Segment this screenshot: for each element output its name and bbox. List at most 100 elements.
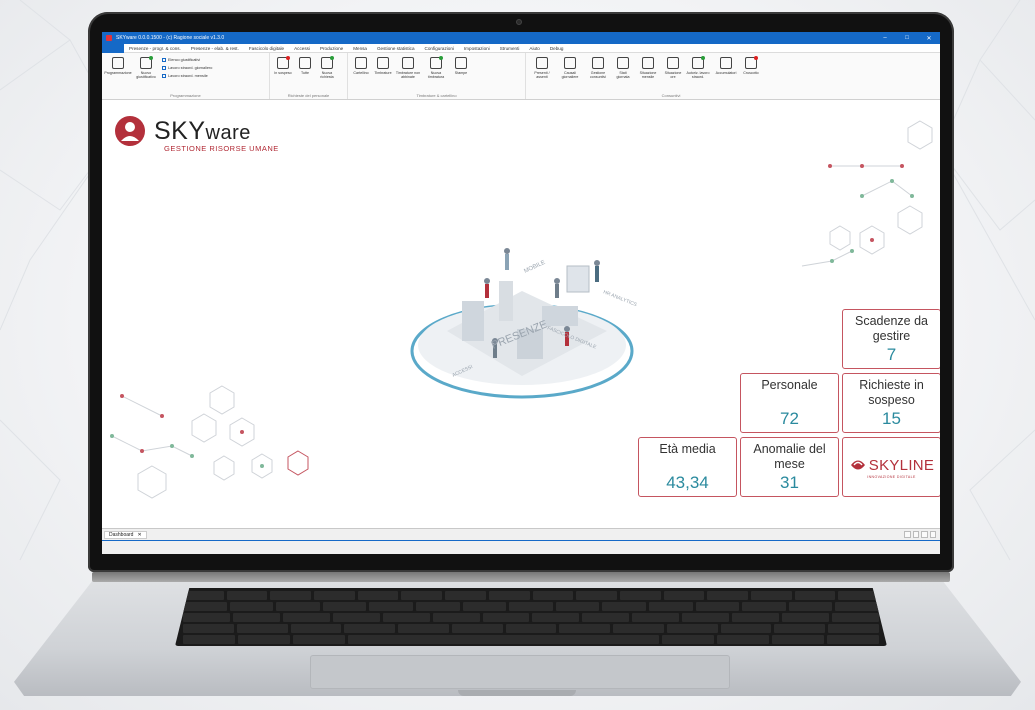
illustration-label-hr-analytics: HR ANALYTICS: [602, 289, 637, 308]
menu-configurazioni[interactable]: Configurazioni: [420, 46, 459, 51]
table-icon: [642, 57, 654, 69]
ribbon-group-timbrature: Cartellino Timbrature Timbrature non abb…: [348, 53, 526, 99]
tile-eta-media[interactable]: Età media 43,34: [638, 437, 737, 497]
presenze-illustration: PRESENZE MOBILE FASCICOLO DIGITALE HR AN…: [410, 248, 637, 399]
tile-value: 31: [780, 473, 799, 492]
tile-skyline-brand[interactable]: SKYLINE INNOVAZIONE DIGITALE: [842, 437, 940, 497]
in-sospeso-button[interactable]: In sospeso: [273, 55, 293, 75]
envelopes-icon: [299, 57, 311, 69]
skyline-tagline: INNOVAZIONE DIGITALE: [867, 475, 916, 479]
gear-icon: [592, 57, 604, 69]
ribbon-group-richieste: In sospeso Tutte Nuova richiesta Richies…: [270, 53, 348, 99]
timbrature-non-abbinate-button[interactable]: Timbrature non abbinate: [395, 55, 421, 79]
autoriz-lavoro-straord-button[interactable]: Autoriz. lavoro straord.: [685, 55, 711, 79]
menu-produzione[interactable]: Produzione: [315, 46, 348, 51]
day-list-icon: [564, 57, 576, 69]
menu-gestione-statistica[interactable]: Gestione statistica: [372, 46, 420, 51]
sigma-icon: [720, 57, 732, 69]
app-icon: [106, 35, 112, 41]
logo-subtitle: GESTIONE RISORSE UMANE: [164, 144, 279, 153]
group-label: Consuntivi: [661, 93, 681, 98]
laptop-keyboard: [175, 588, 887, 646]
cruscotto-button[interactable]: Cruscotto: [741, 55, 761, 75]
tab-divider: [102, 540, 940, 541]
nuova-timbratura-button[interactable]: Nuova timbratura: [423, 55, 449, 79]
stampe-button[interactable]: Stampe: [451, 55, 471, 75]
badge-add-icon: [430, 56, 443, 69]
menu-debug[interactable]: Debug: [545, 46, 569, 51]
menu-fascicolo[interactable]: Fascicolo digitale: [244, 46, 289, 51]
close-window-button[interactable]: ✕: [918, 35, 940, 42]
menu-mensa[interactable]: Mensa: [348, 46, 372, 51]
gestione-consuntivi-button[interactable]: Gestione consuntivi: [585, 55, 611, 79]
menu-impostazioni[interactable]: Impostazioni: [459, 46, 495, 51]
menu-accessi[interactable]: Accessi: [289, 46, 315, 51]
nuovo-giustificativo-button[interactable]: Nuovo giustificativo: [133, 55, 159, 79]
list-icon: [162, 66, 166, 70]
programmazione-button[interactable]: Programmazione: [104, 55, 132, 75]
tile-label: Età media: [659, 442, 716, 456]
tile-anomalie[interactable]: Anomalie del mese 31: [740, 437, 839, 497]
list-icon: [162, 58, 166, 62]
timbrature-button[interactable]: Timbrature: [373, 55, 393, 75]
tile-value: 43,34: [666, 473, 709, 492]
menu-presenze-progr[interactable]: Presenze - progr. & cons.: [124, 46, 186, 51]
ribbon: Programmazione Nuovo giustificativo Elen…: [102, 53, 940, 100]
menu-presenze-elab[interactable]: Presenze - elab. & rest.: [186, 46, 244, 51]
photo-stage: SKYware 0.0.0.1500 - (c) Ragione sociale…: [0, 0, 1035, 710]
tile-label: Anomalie del mese: [753, 442, 826, 471]
cartellino-button[interactable]: Cartellino: [351, 55, 371, 75]
presenti-assenti-button[interactable]: Presenti / assenti: [529, 55, 555, 79]
window-title: SKYware 0.0.0.1500 - (c) Ragione sociale…: [116, 35, 225, 41]
menu-bar: Presenze - progr. & cons. Presenze - ela…: [102, 43, 940, 53]
tile-personale[interactable]: Personale 72: [740, 373, 839, 433]
nuova-richiesta-button[interactable]: Nuova richiesta: [317, 55, 337, 79]
maximize-button[interactable]: □: [896, 35, 918, 41]
laptop-front-notch: [458, 690, 576, 696]
badge-icon: [377, 57, 389, 69]
tutte-button[interactable]: Tutte: [295, 55, 315, 75]
elenco-giustificativi-link[interactable]: Elenco giustificativi: [162, 56, 212, 64]
programmazione-small-list: Elenco giustificativi Lavoro straord. gi…: [162, 56, 212, 80]
people-icon: [536, 57, 548, 69]
clock-check-icon: [692, 56, 705, 69]
group-label: Timbrature & cartellino: [416, 93, 457, 98]
menu-aiuto[interactable]: Aiuto: [524, 46, 544, 51]
stati-giornata-button[interactable]: Stati giornata: [613, 55, 633, 79]
tile-label: Personale: [761, 378, 818, 392]
minimize-button[interactable]: –: [874, 35, 896, 41]
group-label: Richieste del personale: [287, 93, 330, 98]
badge-unlinked-icon: [402, 57, 414, 69]
envelope-add-icon: [321, 56, 334, 69]
tile-label: Richieste in sospeso: [859, 378, 924, 407]
group-label: Programmazione: [170, 93, 201, 98]
tile-scadenze[interactable]: Scadenze da gestire 7: [842, 309, 940, 369]
tile-richieste[interactable]: Richieste in sospeso 15: [842, 373, 940, 433]
dashboard-content: SKYware GESTIONE RISORSE UMANE PRESENZE …: [102, 101, 940, 528]
causali-giornaliere-button[interactable]: Causali giornaliere: [557, 55, 583, 79]
menu-file[interactable]: [102, 43, 124, 53]
list-icon: [162, 74, 166, 78]
close-tab-icon[interactable]: ✕: [137, 532, 141, 538]
menu-strumenti[interactable]: Strumenti: [495, 46, 525, 51]
hexagon-network-decoration-bottom-left: [110, 385, 309, 499]
straord-giornaliero-link[interactable]: Lavoro straord. giornaliero: [162, 64, 212, 72]
hexagon-network-decoration-top-right: [801, 120, 933, 267]
laptop-lid: SKYware 0.0.0.1500 - (c) Ragione sociale…: [88, 12, 954, 572]
trackpad: [310, 655, 730, 689]
document-tab-bar: Dashboard ✕: [102, 528, 940, 554]
columns-icon: [617, 57, 629, 69]
tab-dashboard[interactable]: Dashboard ✕: [104, 531, 147, 539]
accumulatori-button[interactable]: Accumulatori: [713, 55, 739, 75]
situazione-ore-button[interactable]: Situazione ore: [663, 55, 683, 79]
ribbon-group-programmazione: Programmazione Nuovo giustificativo Elen…: [102, 53, 270, 99]
situazione-mensile-button[interactable]: Situazione mensile: [635, 55, 661, 79]
straord-mensile-link[interactable]: Lavoro straord. mensile: [162, 72, 212, 80]
tile-label: Scadenze da gestire: [855, 314, 928, 343]
ribbon-group-consuntivi: Presenti / assenti Causali giornaliere G…: [526, 53, 816, 99]
logo-wordmark: SKYware: [154, 117, 251, 145]
clock-icon: [667, 57, 679, 69]
tile-value: 15: [882, 409, 901, 428]
envelope-icon: [277, 56, 290, 69]
status-indicators: [904, 531, 936, 538]
